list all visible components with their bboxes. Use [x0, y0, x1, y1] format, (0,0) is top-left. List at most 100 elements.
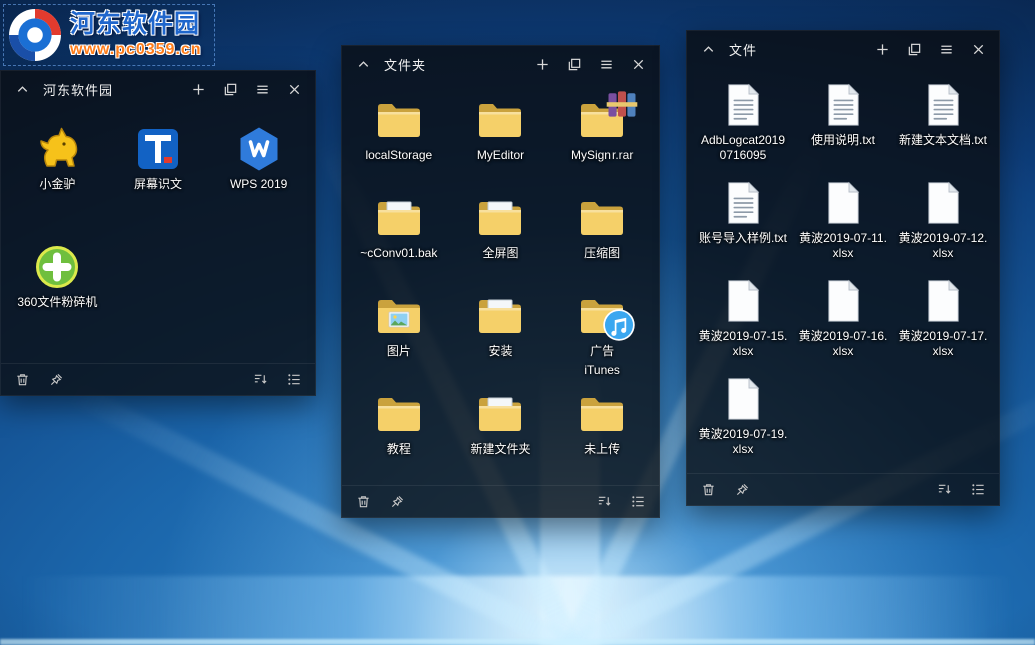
desktop-item[interactable]: 新建文件夹: [450, 380, 552, 478]
file-icon: [917, 277, 969, 325]
desktop-item[interactable]: 使用说明.txt: [793, 71, 893, 169]
sort-order-icon[interactable]: [595, 493, 613, 511]
desktop-item[interactable]: 黄波2019-07-15.xlsx: [693, 267, 793, 365]
desktop-item[interactable]: WPS 2019: [208, 111, 309, 229]
folder-icon: [373, 96, 425, 144]
desktop-item[interactable]: 账号导入样例.txt: [693, 169, 793, 267]
desktop-item[interactable]: 黄波2019-07-11.xlsx: [793, 169, 893, 267]
item-label: 账号导入样例.txt: [699, 231, 787, 246]
file-icon: [817, 277, 869, 325]
desktop-item[interactable]: 安装: [450, 282, 552, 380]
item-label: localStorage: [365, 148, 432, 163]
desktop-item[interactable]: MySignr.rar: [551, 86, 653, 184]
item-label: AdbLogcat20190716095: [698, 133, 788, 163]
desktop-item[interactable]: ~cConv01.bak: [348, 184, 450, 282]
desktop-item[interactable]: 广告iTunes: [551, 282, 653, 380]
desktop-item[interactable]: 黄波2019-07-19.xlsx: [693, 365, 793, 463]
panel-footer: [1, 363, 315, 395]
item-label: 小金驴: [39, 177, 75, 192]
folder-image-icon: [373, 292, 425, 340]
fence-panel-apps: 河东软件园 小金驴 屏幕识文 WPS 2019 360文件粉碎机: [0, 70, 316, 396]
panel-items: 小金驴 屏幕识文 WPS 2019 360文件粉碎机: [1, 107, 315, 363]
desktop-item[interactable]: 黄波2019-07-17.xlsx: [893, 267, 993, 365]
folder-icon: [576, 194, 628, 242]
item-label: 黄波2019-07-17.xlsx: [898, 329, 988, 359]
folder-icon: [576, 96, 628, 144]
desktop-item[interactable]: 教程: [348, 380, 450, 478]
item-label: 未上传: [584, 442, 620, 457]
collapse-icon[interactable]: [699, 40, 717, 58]
sort-order-icon[interactable]: [251, 371, 269, 389]
item-label: 黄波2019-07-16.xlsx: [798, 329, 888, 359]
panel-footer: [687, 473, 999, 505]
panel-header: 河东软件园: [1, 71, 315, 107]
layout-icon[interactable]: [905, 40, 923, 58]
desktop-item[interactable]: 黄波2019-07-12.xlsx: [893, 169, 993, 267]
panel-title[interactable]: 文件夹: [384, 55, 426, 74]
list-view-icon[interactable]: [969, 481, 987, 499]
item-label: 黄波2019-07-19.xlsx: [698, 427, 788, 457]
item-label: 广告: [590, 344, 614, 359]
panel-footer: [342, 485, 659, 517]
panel-title[interactable]: 河东软件园: [43, 80, 113, 99]
rar-icon: [604, 86, 640, 122]
delete-icon[interactable]: [13, 371, 31, 389]
folder-doc-icon: [373, 194, 425, 242]
item-label: MyEditor: [477, 148, 524, 163]
folder-icon: [576, 292, 628, 340]
desktop-item[interactable]: 压缩图: [551, 184, 653, 282]
list-view-icon[interactable]: [285, 371, 303, 389]
file-icon: [717, 277, 769, 325]
desktop-item[interactable]: localStorage: [348, 86, 450, 184]
item-label: 图片: [387, 344, 411, 359]
add-icon[interactable]: [873, 40, 891, 58]
list-view-icon[interactable]: [629, 493, 647, 511]
desktop-item[interactable]: 图片: [348, 282, 450, 380]
desktop-item[interactable]: 小金驴: [7, 111, 108, 229]
layout-icon[interactable]: [221, 80, 239, 98]
collapse-icon[interactable]: [13, 80, 31, 98]
desktop-item[interactable]: AdbLogcat20190716095: [693, 71, 793, 169]
pin-icon[interactable]: [733, 481, 751, 499]
menu-icon[interactable]: [597, 55, 615, 73]
item-label: 全屏图: [482, 246, 518, 261]
file-icon: [917, 179, 969, 227]
collapse-icon[interactable]: [354, 55, 372, 73]
delete-icon[interactable]: [354, 493, 372, 511]
site-name: 河东软件园: [70, 11, 202, 39]
overlay-item-label: r.rar: [612, 148, 633, 162]
desktop-item[interactable]: 全屏图: [450, 184, 552, 282]
desktop-item[interactable]: 未上传: [551, 380, 653, 478]
add-icon[interactable]: [533, 55, 551, 73]
close-icon[interactable]: [285, 80, 303, 98]
item-label: ~cConv01.bak: [360, 246, 437, 261]
fence-panel-folders: 文件夹 localStorage MyEditor MyS: [341, 45, 660, 518]
close-icon[interactable]: [969, 40, 987, 58]
desktop-item[interactable]: 360文件粉碎机: [7, 229, 108, 347]
folder-doc-icon: [474, 292, 526, 340]
app-wps-icon: [233, 125, 285, 173]
folder-doc-icon: [474, 194, 526, 242]
fence-panel-files: 文件 AdbLogcat20190716095 使用说明.txt: [686, 30, 1000, 506]
add-icon[interactable]: [189, 80, 207, 98]
desktop-item[interactable]: 屏幕识文: [108, 111, 209, 229]
item-label: 屏幕识文: [134, 177, 182, 192]
txt-icon: [917, 81, 969, 129]
desktop-item[interactable]: 新建文本文档.txt: [893, 71, 993, 169]
file-icon: [717, 375, 769, 423]
menu-icon[interactable]: [937, 40, 955, 58]
pin-icon[interactable]: [47, 371, 65, 389]
txt-icon: [717, 81, 769, 129]
close-icon[interactable]: [629, 55, 647, 73]
item-label: 新建文本文档.txt: [899, 133, 987, 148]
pin-icon[interactable]: [388, 493, 406, 511]
app-360-icon: [31, 243, 83, 291]
layout-icon[interactable]: [565, 55, 583, 73]
desktop-item[interactable]: 黄波2019-07-16.xlsx: [793, 267, 893, 365]
menu-icon[interactable]: [253, 80, 271, 98]
panel-title[interactable]: 文件: [729, 40, 757, 59]
sort-order-icon[interactable]: [935, 481, 953, 499]
desktop-item[interactable]: MyEditor: [450, 86, 552, 184]
file-icon: [817, 179, 869, 227]
delete-icon[interactable]: [699, 481, 717, 499]
